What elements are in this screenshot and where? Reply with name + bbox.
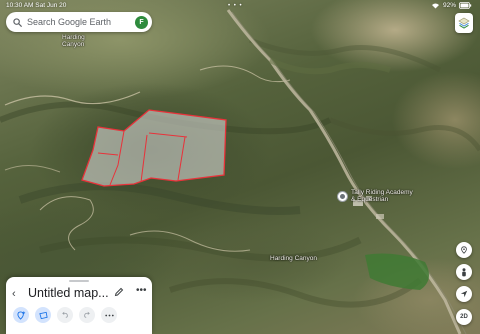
pegman-icon: [462, 267, 466, 276]
status-time: 10:30 AM Sat Jun 20: [6, 2, 67, 9]
layers-button[interactable]: [455, 13, 473, 33]
map-label-canyon-road[interactable]: Harding Canyon: [270, 255, 317, 262]
drawn-polygon[interactable]: [81, 109, 227, 187]
location-button[interactable]: [456, 242, 472, 258]
status-indicators: 92%: [431, 2, 472, 9]
place-pin-icon: [340, 194, 345, 199]
redo-button[interactable]: [79, 307, 95, 323]
back-button[interactable]: ‹: [12, 288, 16, 300]
compass-button[interactable]: [456, 286, 472, 302]
layers-icon: [458, 17, 470, 29]
undo-button[interactable]: [57, 307, 73, 323]
view-2d-button[interactable]: 2D: [456, 309, 472, 325]
avatar[interactable]: F: [135, 15, 148, 29]
draw-shape-icon: [38, 311, 48, 319]
search-bar[interactable]: Search Google Earth F: [6, 12, 152, 32]
search-icon: [13, 17, 22, 27]
view-2d-label: 2D: [460, 314, 468, 320]
more-dots-icon: [104, 314, 114, 316]
street-view-button[interactable]: [456, 264, 472, 280]
map-title[interactable]: Untitled map...: [28, 286, 109, 300]
redo-icon: [84, 311, 90, 318]
map-label-academy[interactable]: Tally Riding Academy & Equestrian: [351, 189, 413, 204]
search-input[interactable]: Search Google Earth: [27, 17, 135, 27]
battery-icon: [459, 2, 472, 9]
draw-shape-button[interactable]: [35, 307, 51, 323]
placemark-add-icon: [16, 310, 25, 320]
undo-icon: [62, 311, 68, 318]
navigation-arrow-icon: [460, 290, 468, 298]
edit-pencil-icon[interactable]: [114, 287, 124, 297]
wifi-icon: [431, 3, 439, 9]
multitask-dots[interactable]: • • •: [228, 3, 243, 9]
location-icon: [461, 246, 467, 254]
add-placemark-button[interactable]: [13, 307, 29, 323]
battery-level: 92%: [442, 2, 456, 9]
tool-more-button[interactable]: [101, 307, 117, 323]
map-project-panel[interactable]: ‹ Untitled map... •••: [6, 277, 152, 334]
drag-handle[interactable]: [69, 280, 89, 282]
map-tool-row: [13, 307, 117, 323]
more-options-button[interactable]: •••: [136, 285, 147, 296]
avatar-letter: F: [139, 18, 144, 26]
place-pin[interactable]: [337, 191, 348, 202]
map-label-harding-canyon[interactable]: Harding Canyon: [62, 34, 85, 49]
